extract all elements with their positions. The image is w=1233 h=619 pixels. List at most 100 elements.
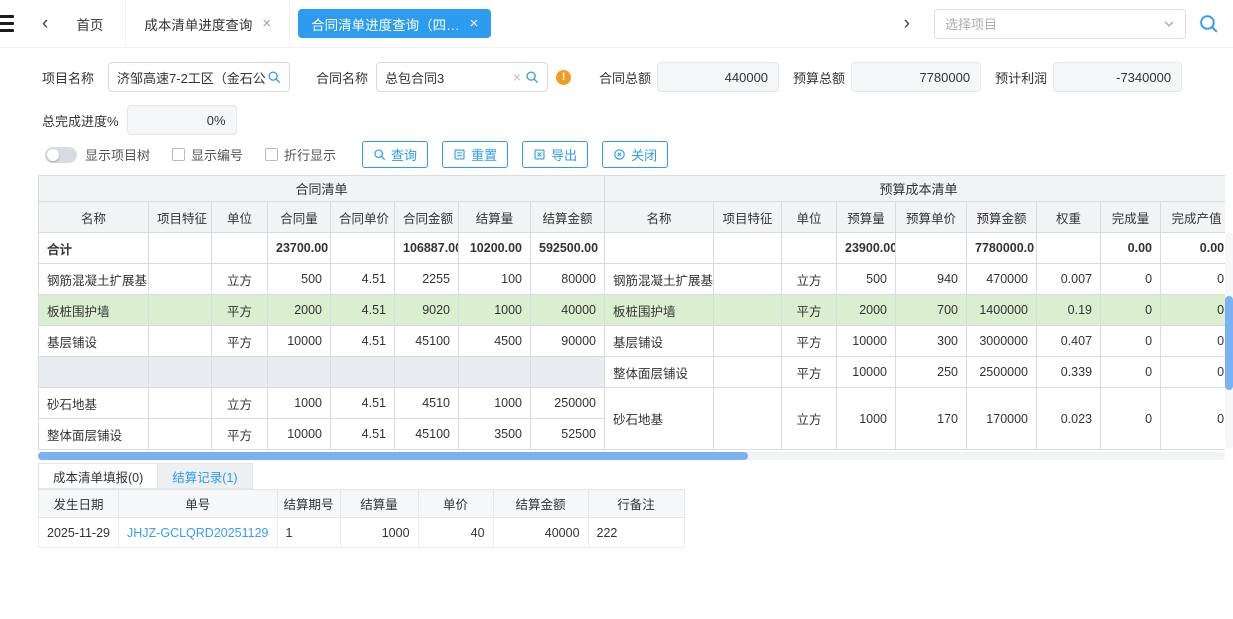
cell[interactable]: 2025-11-29 [39,518,119,548]
cell[interactable]: 立方 [782,388,837,450]
main-table-row[interactable]: 整体面层铺设平方1000025025000000.33900 [39,357,1226,388]
search-icon[interactable] [267,70,281,84]
cell[interactable]: 0 [1161,264,1225,295]
cell[interactable]: 10000 [268,419,331,450]
cell[interactable]: 钢筋混凝土扩展基 [605,264,714,295]
cell[interactable]: 1400000 [967,295,1037,326]
cell[interactable]: 1000 [837,388,896,450]
cell[interactable]: 500 [268,264,331,295]
cell[interactable]: 基层铺设 [39,326,149,357]
cell[interactable]: 4500 [459,326,531,357]
tab-cost-list-fill[interactable]: 成本清单填报(0) [38,463,158,489]
cell[interactable]: 立方 [212,388,268,419]
cell[interactable]: 4.51 [331,264,395,295]
cell[interactable]: 0 [1101,357,1161,388]
cell[interactable]: 45100 [395,326,459,357]
cell[interactable] [149,233,212,264]
cell[interactable]: 470000 [967,264,1037,295]
tab-settlement-records[interactable]: 结算记录(1) [158,463,252,489]
cell[interactable]: 23900.00 [837,233,896,264]
cell[interactable]: 300 [896,326,967,357]
cell[interactable]: 250 [896,357,967,388]
cell[interactable]: 170000 [967,388,1037,450]
cell[interactable]: 4.51 [331,419,395,450]
cell[interactable]: 4510 [395,388,459,419]
query-button[interactable]: 查询 [362,141,428,168]
reset-button[interactable]: 重置 [442,141,508,168]
cell[interactable]: 板桩围护墙 [39,295,149,326]
cell[interactable]: 平方 [212,326,268,357]
search-icon[interactable] [525,70,539,84]
cell[interactable]: 砂石地基 [39,388,149,419]
cell[interactable]: 平方 [212,419,268,450]
project-name-input[interactable] [108,62,290,92]
project-tree-toggle[interactable] [45,147,77,163]
cell[interactable]: 0 [1161,295,1225,326]
cell[interactable]: 0.339 [1037,357,1101,388]
cell[interactable]: 整体面层铺设 [605,357,714,388]
cell[interactable]: 0.00 [1101,233,1161,264]
cell[interactable]: 4.51 [331,388,395,419]
cell[interactable] [149,388,212,419]
cell[interactable] [212,357,268,388]
cell[interactable]: 0 [1161,388,1225,450]
cell[interactable]: 222 [588,518,684,548]
cell[interactable] [782,233,837,264]
clear-icon[interactable]: × [513,70,521,84]
horizontal-scrollbar-thumb[interactable] [38,452,748,460]
cell[interactable]: 平方 [782,326,837,357]
cell[interactable]: 平方 [212,295,268,326]
cell[interactable]: 9020 [395,295,459,326]
cell[interactable]: 10000 [837,357,896,388]
cell[interactable]: 板桩围护墙 [605,295,714,326]
cell[interactable]: 立方 [782,264,837,295]
cell[interactable]: 0 [1101,295,1161,326]
cell[interactable] [531,357,605,388]
cell[interactable]: 250000 [531,388,605,419]
cell[interactable]: 40000 [493,518,588,548]
cell[interactable]: 平方 [782,357,837,388]
tab-home[interactable]: 首页 [54,0,125,48]
cell[interactable]: 砂石地基 [605,388,714,450]
tab-contract-list-progress[interactable]: 合同清单进度查询（四… × [298,9,491,38]
main-table-row[interactable]: 基层铺设平方100004.5145100450090000基层铺设平方10000… [39,326,1226,357]
cell[interactable] [459,357,531,388]
show-number-checkbox[interactable]: 显示编号 [172,145,243,164]
cell[interactable]: 3500 [459,419,531,450]
cell[interactable]: 10000 [837,326,896,357]
cell[interactable] [149,357,212,388]
cell[interactable]: 23700.00 [268,233,331,264]
project-name-value[interactable] [117,70,267,85]
cell[interactable]: 1000 [459,388,531,419]
cell[interactable] [331,233,395,264]
cell[interactable] [39,357,149,388]
cell[interactable]: 40000 [531,295,605,326]
cell[interactable] [714,357,782,388]
cell[interactable]: 0.00 [1161,233,1225,264]
cell[interactable]: 0 [1161,357,1225,388]
cell[interactable]: 0.19 [1037,295,1101,326]
cell[interactable]: 0 [1161,326,1225,357]
tabs-scroll-right-icon[interactable]: › [898,13,916,35]
cell[interactable]: 40 [418,518,493,548]
cell[interactable] [1037,233,1101,264]
cell[interactable]: 合计 [39,233,149,264]
cell[interactable]: 7780000.0 [967,233,1037,264]
settlement-row[interactable]: 2025-11-29JHJZ-GCLQRD2025112911000404000… [39,518,685,548]
cell[interactable]: 0.407 [1037,326,1101,357]
cell[interactable]: 700 [896,295,967,326]
cell[interactable]: 1000 [340,518,418,548]
cell[interactable]: 45100 [395,419,459,450]
main-table-row[interactable]: 砂石地基立方10004.5145101000250000砂石地基立方100017… [39,388,1226,419]
menu-icon[interactable] [0,15,14,32]
cell[interactable]: 592500.00 [531,233,605,264]
cell[interactable] [896,233,967,264]
cell[interactable]: 3000000 [967,326,1037,357]
cell[interactable]: 0.007 [1037,264,1101,295]
cell[interactable] [714,388,782,450]
cell[interactable] [395,357,459,388]
cell[interactable]: 4.51 [331,295,395,326]
cell[interactable]: 2500000 [967,357,1037,388]
cell[interactable]: 10200.00 [459,233,531,264]
cell[interactable] [605,233,714,264]
